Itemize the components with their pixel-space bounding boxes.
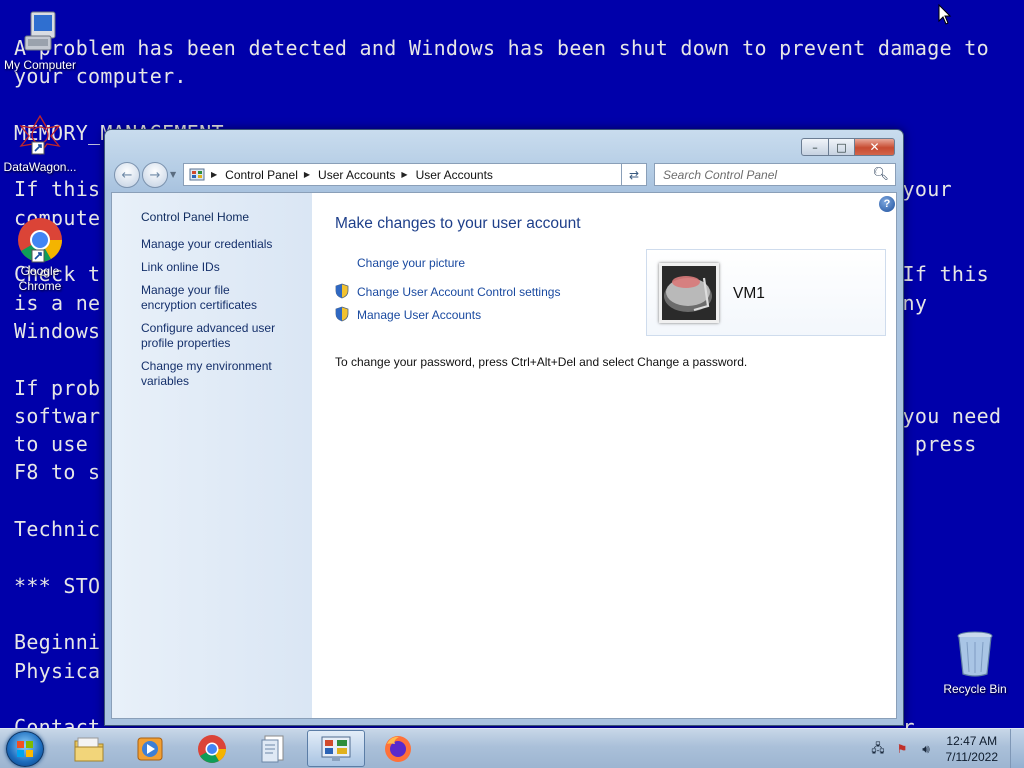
change-picture-link[interactable]: Change your picture	[357, 256, 465, 270]
page-title: Make changes to your user account	[335, 215, 581, 232]
desktop-icon-my-computer[interactable]: My Computer	[0, 10, 80, 73]
maximize-button[interactable]: □	[829, 138, 855, 156]
turntable-icon	[662, 266, 716, 320]
taskbar-documents-button[interactable]	[244, 730, 302, 767]
back-arrow-icon: ←	[121, 167, 133, 183]
forward-arrow-icon: →	[149, 167, 161, 183]
minimize-button[interactable]: –	[801, 138, 829, 156]
change-uac-settings-link[interactable]: Change User Account Control settings	[357, 285, 560, 299]
user-account-card: VM1	[646, 249, 886, 336]
taskbar-media-player-button[interactable]	[121, 730, 179, 767]
recent-pages-dropdown[interactable]: ▼	[170, 170, 176, 179]
control-panel-home-link[interactable]: Control Panel Home	[141, 210, 312, 224]
control-panel-icon	[189, 168, 205, 180]
desktop-icon-label: My Computer	[3, 58, 77, 72]
help-icon[interactable]: ?	[879, 196, 895, 212]
task-link-file-encryption-certificates[interactable]: Manage your file encryption certificates	[141, 283, 286, 313]
document-icon	[261, 735, 284, 762]
clock-time: 12:47 AM	[946, 734, 998, 748]
breadcrumb-user-accounts-current[interactable]: User Accounts	[416, 168, 493, 182]
network-icon[interactable]: 🖧︎	[870, 741, 886, 757]
media-player-icon	[137, 737, 163, 760]
desktop-icon-google-chrome[interactable]: Google Chrome	[0, 216, 80, 294]
desktop-icon-label: Google Chrome	[18, 264, 62, 293]
task-link-advanced-profile-properties[interactable]: Configure advanced user profile properti…	[141, 321, 286, 351]
close-icon: ✕	[869, 140, 880, 154]
main-pane: ? Make changes to your user account Chan…	[312, 193, 896, 718]
task-link-link-online-ids[interactable]: Link online IDs	[141, 260, 286, 275]
manage-user-accounts-link[interactable]: Manage User Accounts	[357, 308, 481, 322]
taskbar-control-panel-button[interactable]	[307, 730, 365, 767]
clock-date: 7/11/2022	[945, 750, 999, 764]
chrome-icon	[198, 734, 226, 763]
user-name: VM1	[733, 285, 765, 302]
chevron-down-icon: ▼	[170, 170, 177, 179]
chrome-icon	[18, 218, 62, 263]
firefox-icon	[385, 735, 411, 762]
search-placeholder: Search Control Panel	[663, 168, 778, 182]
control-panel-window: – □ ✕ ← → ▼ ▶ Control Panel ▶ User Accou…	[104, 129, 904, 726]
desktop-icon-label: DataWagon...	[3, 160, 77, 174]
breadcrumb-separator-icon[interactable]: ▶	[304, 170, 310, 179]
back-button[interactable]: ←	[114, 162, 140, 188]
control-panel-icon	[321, 736, 351, 761]
maximize-icon: □	[836, 140, 847, 154]
taskbar: 🖧︎ ⚑ 🔊︎ 12:47 AM 7/11/2022	[0, 728, 1024, 768]
recycle-bin-icon	[957, 631, 993, 677]
taskbar-clock[interactable]: 12:47 AM 7/11/2022	[946, 733, 999, 765]
avatar[interactable]	[659, 263, 719, 323]
tasks-pane: Control Panel Home Manage your credentia…	[112, 193, 312, 718]
computer-icon	[24, 11, 56, 51]
desktop-icon-recycle-bin[interactable]: Recycle Bin	[935, 630, 1015, 697]
desktop-icon-label: Recycle Bin	[943, 682, 1007, 696]
windows-logo-icon	[17, 741, 33, 757]
show-desktop-button[interactable]	[1010, 729, 1024, 768]
refresh-button[interactable]: ⇄	[621, 163, 647, 186]
system-tray: 🖧︎ ⚑ 🔊︎ 12:47 AM 7/11/2022	[864, 729, 1024, 768]
content-area: Control Panel Home Manage your credentia…	[111, 192, 897, 719]
password-change-note: To change your password, press Ctrl+Alt+…	[335, 355, 748, 369]
minimize-icon: –	[812, 140, 818, 154]
breadcrumb-separator-icon[interactable]: ▶	[401, 170, 407, 179]
task-link-environment-variables[interactable]: Change my environment variables	[141, 359, 286, 389]
close-button[interactable]: ✕	[855, 138, 895, 156]
search-icon[interactable]: 🔍︎	[872, 166, 889, 182]
mouse-cursor-icon	[938, 4, 952, 25]
task-link-manage-credentials[interactable]: Manage your credentials	[141, 237, 286, 252]
taskbar-firefox-button[interactable]	[369, 730, 427, 767]
desktop-icon-datawagon[interactable]: DataWagon...	[0, 112, 80, 175]
datawagon-icon	[19, 114, 61, 156]
breadcrumb-user-accounts[interactable]: User Accounts	[318, 168, 395, 182]
action-center-flag-icon[interactable]: ⚑	[894, 741, 910, 757]
address-bar[interactable]: ▶ Control Panel ▶ User Accounts ▶ User A…	[183, 163, 645, 186]
uac-shield-icon	[335, 283, 349, 299]
breadcrumb-separator-icon[interactable]: ▶	[211, 170, 217, 179]
uac-shield-icon	[335, 306, 349, 322]
taskbar-chrome-button[interactable]	[183, 730, 241, 767]
taskbar-explorer-button[interactable]	[60, 730, 118, 767]
window-caption-buttons: – □ ✕	[801, 138, 895, 156]
folder-icon	[74, 737, 104, 761]
volume-icon[interactable]: 🔊︎	[918, 741, 934, 757]
search-input[interactable]: Search Control Panel 🔍︎	[654, 163, 896, 186]
forward-button[interactable]: →	[142, 162, 168, 188]
refresh-icon: ⇄	[628, 167, 640, 182]
breadcrumb-control-panel[interactable]: Control Panel	[225, 168, 298, 182]
start-button[interactable]	[6, 731, 44, 767]
